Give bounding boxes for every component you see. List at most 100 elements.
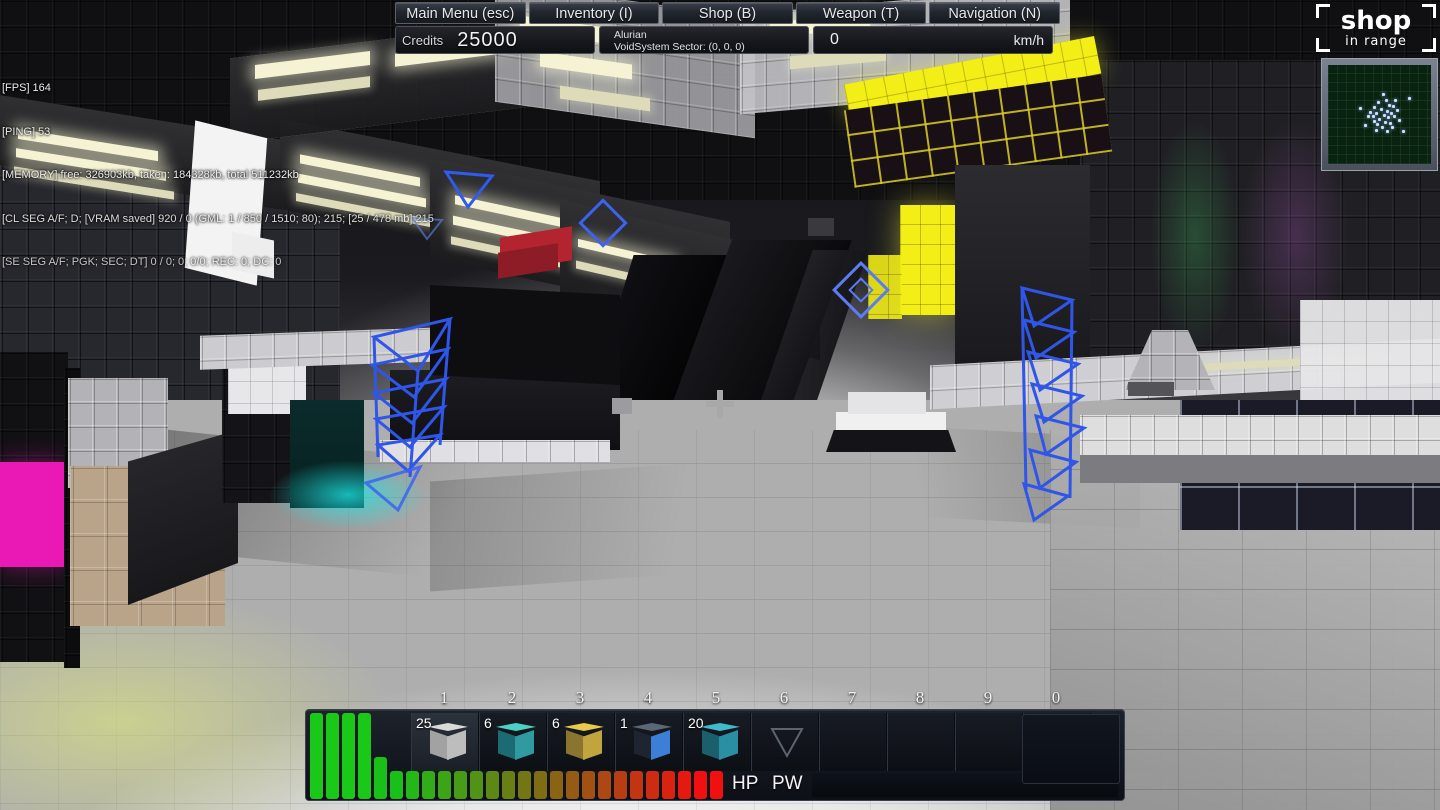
tab-main-menu[interactable]: Main Menu (esc) xyxy=(395,2,526,24)
tab-weapon[interactable]: Weapon (T) xyxy=(795,2,927,24)
hotbar-slot-4[interactable]: 1 xyxy=(615,713,683,771)
tab-inventory[interactable]: Inventory (I) xyxy=(528,2,660,24)
hp-tick xyxy=(406,771,419,799)
hp-tick xyxy=(358,713,371,799)
radar-blip xyxy=(1383,121,1387,125)
cube-face-left xyxy=(498,730,517,760)
radar-blip xyxy=(1379,107,1383,111)
credits-panel: Credits 25000 xyxy=(395,26,595,54)
radar-minimap[interactable] xyxy=(1321,58,1438,171)
radar-blip xyxy=(1367,114,1371,118)
hp-label: HP xyxy=(732,773,759,794)
debug-line-server-seg: [SE SEG A/F; PGK; SEC; DT] 0 / 0; 0; 0/0… xyxy=(2,256,282,268)
radar-blip xyxy=(1392,114,1396,118)
speed-panel: 0 km/h xyxy=(813,26,1053,54)
bracket-bottom-right-icon xyxy=(1422,38,1436,52)
block-magenta xyxy=(0,462,66,567)
ledge-right-shadow xyxy=(1080,455,1440,483)
hotbar: 1 2 3 4 5 6 7 8 9 0 HP PW 25 6 6 1 20 xyxy=(305,688,1125,806)
radar-blip xyxy=(1373,105,1377,109)
detail-grey-box-2 xyxy=(1128,382,1174,396)
radar-blip xyxy=(1369,110,1373,114)
hp-tick xyxy=(342,713,355,799)
radar-blip xyxy=(1375,111,1379,115)
power-slot[interactable] xyxy=(1022,714,1120,784)
hp-tick xyxy=(662,771,675,799)
hotbar-slot-numbers: 1 2 3 4 5 6 7 8 9 0 xyxy=(410,688,1090,708)
bracket-top-right-icon xyxy=(1422,4,1436,18)
cube-face-left xyxy=(566,730,585,760)
slot-number-4: 4 xyxy=(643,688,653,707)
menu-tab-row: Main Menu (esc) Inventory (I) Shop (B) W… xyxy=(395,2,1060,24)
floor-shadow-center xyxy=(430,458,760,592)
debug-overlay: [FPS] 164 [PING] 53 [MEMORY] free: 32690… xyxy=(2,52,434,299)
top-menu-bar: Main Menu (esc) Inventory (I) Shop (B) W… xyxy=(395,2,1060,54)
hp-tick xyxy=(630,771,643,799)
hp-tick xyxy=(710,771,723,799)
shop-in-range-indicator: shop in range xyxy=(1314,2,1438,54)
waypoint-triangle-1 xyxy=(443,168,495,210)
hp-tick xyxy=(422,771,435,799)
hp-tick xyxy=(310,713,323,799)
radar-blip xyxy=(1358,106,1362,110)
waypoint-wireframe-left xyxy=(352,305,462,520)
slot-number-2: 2 xyxy=(507,688,517,707)
sector-name: Alurian xyxy=(614,29,647,41)
radar-screen xyxy=(1328,65,1431,164)
hp-tick xyxy=(550,771,563,799)
cube-face-right xyxy=(651,730,670,760)
radar-blip xyxy=(1378,118,1382,122)
wall-right-bright-panel xyxy=(1300,300,1440,400)
slot-number-7: 7 xyxy=(847,688,857,707)
detail-dark-box-1 xyxy=(808,218,834,236)
hotbar-slot-7[interactable] xyxy=(819,713,887,771)
slot-number-9: 9 xyxy=(983,688,993,707)
detail-grey-box-1 xyxy=(612,398,632,414)
hp-tick xyxy=(566,771,579,799)
slot-number-0: 0 xyxy=(1051,688,1061,707)
hotbar-slot-6[interactable] xyxy=(751,713,819,771)
shop-indicator-title: shop xyxy=(1340,5,1412,36)
slot-number-6: 6 xyxy=(779,688,789,707)
cube-face-left xyxy=(430,730,449,760)
hp-tick xyxy=(614,771,627,799)
hp-tick xyxy=(390,771,403,799)
radar-blip xyxy=(1386,116,1390,120)
hp-tick xyxy=(374,757,387,799)
hp-tick xyxy=(470,771,483,799)
rock-block-icon xyxy=(428,723,468,765)
hp-tick xyxy=(582,771,595,799)
hp-tick xyxy=(646,771,659,799)
speed-value: 0 xyxy=(830,31,839,48)
radar-blip xyxy=(1385,130,1389,134)
power-block-icon xyxy=(496,723,536,765)
info-panel-row: Credits 25000 Alurian VoidSystem Sector:… xyxy=(395,26,1060,54)
hotbar-slot-3[interactable]: 6 xyxy=(547,713,615,771)
radar-blip xyxy=(1391,104,1395,108)
waypoint-wireframe-right xyxy=(1010,278,1100,526)
hotbar-slot-9[interactable] xyxy=(955,713,1023,771)
tab-shop[interactable]: Shop (B) xyxy=(662,2,793,24)
radar-blip xyxy=(1390,126,1394,130)
credits-label: Credits xyxy=(402,32,444,48)
triangle-empty-icon xyxy=(770,725,804,759)
hotbar-slot-8[interactable] xyxy=(887,713,955,771)
cube-face-left xyxy=(702,730,721,760)
debug-line-memory: [MEMORY] free: 326903kb, taken: 184328kb… xyxy=(2,169,299,181)
hp-tick xyxy=(326,713,339,799)
hp-tick xyxy=(438,771,451,799)
hotbar-slot-2[interactable]: 6 xyxy=(479,713,547,771)
slot-number-3: 3 xyxy=(575,688,585,707)
crosshair xyxy=(706,390,734,418)
radar-blip xyxy=(1393,98,1397,102)
tab-navigation[interactable]: Navigation (N) xyxy=(929,2,1060,24)
hp-tick xyxy=(502,771,515,799)
radar-blip xyxy=(1375,129,1379,133)
radar-blip xyxy=(1372,115,1376,119)
gold-hull-icon xyxy=(564,723,604,765)
hotbar-slot-5[interactable]: 20 xyxy=(683,713,751,771)
hotbar-slot-1[interactable]: 25 xyxy=(411,713,479,771)
radar-blip xyxy=(1385,109,1389,113)
cube-face-right xyxy=(447,730,466,760)
slot-count: 25 xyxy=(416,715,432,731)
